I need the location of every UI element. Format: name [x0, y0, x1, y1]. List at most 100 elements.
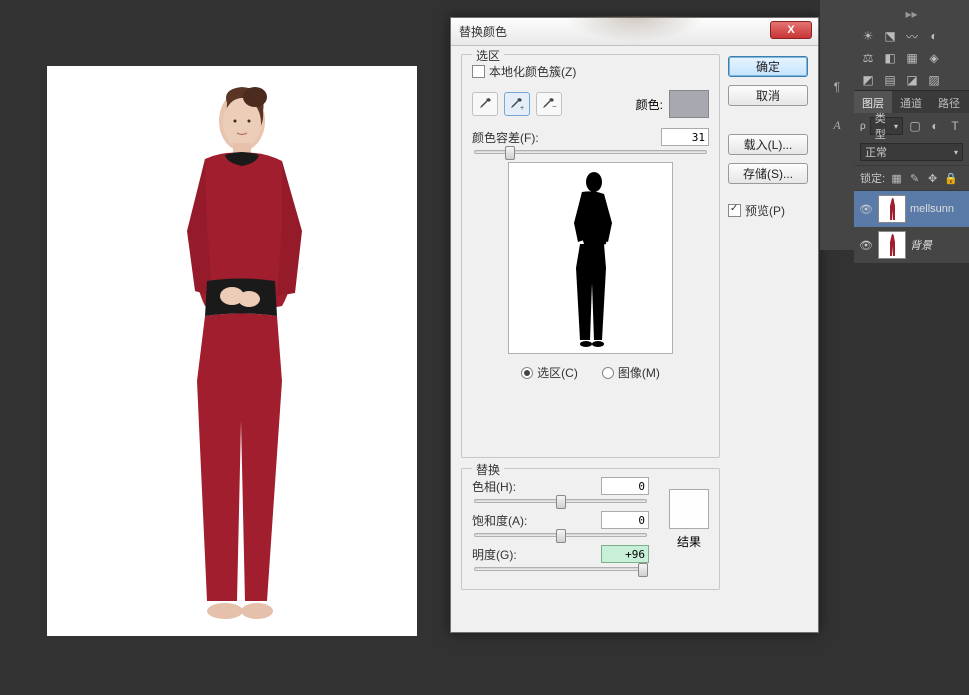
chevron-down-icon: ▾: [954, 148, 958, 157]
layers-panel: 图层 通道 路径 ρ 类型 ▾ ▢ ◐ T 正常 ▾ 锁定: ▦ ✎ ✥ 🔒: [854, 90, 969, 263]
layer-row[interactable]: 👁 背景: [854, 227, 969, 263]
hue-input[interactable]: [601, 477, 649, 495]
balance-icon[interactable]: ⚖: [860, 50, 876, 66]
lock-pixels-icon[interactable]: ✎: [908, 172, 921, 185]
image-radio-label: 图像(M): [618, 364, 660, 381]
filter-type-icon[interactable]: T: [947, 118, 963, 134]
slider-thumb-icon: [556, 529, 566, 543]
layer-thumbnail[interactable]: [878, 195, 906, 223]
blend-mode-dropdown[interactable]: 正常 ▾: [860, 143, 963, 161]
lightness-slider[interactable]: [474, 567, 647, 571]
preview-silhouette: [552, 168, 630, 348]
selection-legend: 选区: [472, 47, 504, 64]
eyedropper-icon: [478, 97, 492, 111]
selection-preview[interactable]: [508, 162, 673, 354]
character-panel-icon[interactable]: A: [825, 118, 849, 138]
tab-channels[interactable]: 通道: [892, 91, 930, 113]
svg-text:−: −: [552, 102, 557, 111]
document-image: [137, 81, 347, 626]
lock-position-icon[interactable]: ✥: [926, 172, 939, 185]
exposure-icon[interactable]: ◐: [926, 28, 942, 44]
layer-name: 背景: [910, 237, 932, 253]
type-label: 类型: [875, 110, 894, 142]
posterize-icon[interactable]: ▤: [882, 72, 898, 88]
double-arrow-icon[interactable]: ▸▸: [860, 6, 963, 22]
curves-icon[interactable]: 〰: [904, 28, 920, 44]
selection-radio[interactable]: 选区(C): [521, 364, 578, 381]
preview-label: 预览(P): [745, 202, 785, 219]
radio-checked-icon: [521, 367, 533, 379]
eyedropper-plus-icon: +: [509, 97, 525, 111]
slider-thumb-icon: [638, 563, 648, 577]
filter-type-dropdown[interactable]: 类型 ▾: [870, 117, 903, 135]
channel-mixer-icon[interactable]: ◈: [926, 50, 942, 66]
eyedropper-button[interactable]: [472, 92, 498, 116]
color-label: 颜色:: [636, 96, 663, 113]
replace-group: 替换 色相(H): 饱和度(A):: [461, 468, 720, 590]
slider-thumb-icon: [556, 495, 566, 509]
blend-mode-label: 正常: [865, 144, 887, 160]
collapsed-panels-strip: ¶ A: [820, 0, 854, 250]
saturation-input[interactable]: [601, 511, 649, 529]
result-label: 结果: [669, 533, 709, 550]
hue-label: 色相(H):: [472, 478, 516, 495]
saturation-slider[interactable]: [474, 533, 647, 537]
bw-icon[interactable]: ◧: [882, 50, 898, 66]
checkbox-checked-icon: [728, 204, 741, 217]
visibility-icon[interactable]: 👁: [858, 203, 874, 216]
layer-name: mellsunn: [910, 203, 954, 215]
selection-group: 选区 本地化颜色簇(Z) + − 颜色:: [461, 54, 720, 458]
invert-icon[interactable]: ◩: [860, 72, 876, 88]
close-icon: X: [787, 24, 794, 36]
lock-label: 锁定:: [860, 170, 885, 186]
dialog-titlebar[interactable]: 替换颜色 X: [451, 18, 818, 46]
saturation-label: 饱和度(A):: [472, 512, 527, 529]
fuzziness-slider[interactable]: [474, 150, 707, 154]
adjustments-icons: ▸▸ ☀ ⬔ 〰 ◐ ⚖ ◧ ▦ ◈ ◩ ▤ ◪ ▨: [854, 0, 969, 90]
paragraph-panel-icon[interactable]: ¶: [825, 80, 849, 100]
cancel-button[interactable]: 取消: [728, 85, 808, 106]
filter-image-icon[interactable]: ▢: [907, 118, 923, 134]
layer-row[interactable]: 👁 mellsunn: [854, 191, 969, 227]
right-panels: ▸▸ ☀ ⬔ 〰 ◐ ⚖ ◧ ▦ ◈ ◩ ▤ ◪ ▨ 图层 通道 路径 ρ 类型…: [854, 0, 969, 263]
lock-all-icon[interactable]: 🔒: [944, 172, 957, 185]
lightness-input[interactable]: [601, 545, 649, 563]
eyedropper-minus-icon: −: [541, 97, 557, 111]
replace-color-dialog: 替换颜色 X 选区 本地化颜色簇(Z) +: [450, 17, 819, 633]
slider-thumb-icon: [505, 146, 515, 160]
result-swatch[interactable]: [669, 489, 709, 529]
eyedropper-subtract-button[interactable]: −: [536, 92, 562, 116]
svg-text:+: +: [520, 105, 524, 111]
fuzziness-label: 颜色容差(F):: [472, 129, 539, 146]
selection-radio-label: 选区(C): [537, 364, 578, 381]
close-button[interactable]: X: [770, 21, 812, 39]
canvas[interactable]: [47, 66, 417, 636]
filter-adjust-icon[interactable]: ◐: [927, 118, 943, 134]
lightness-label: 明度(G):: [472, 546, 517, 563]
brightness-icon[interactable]: ☀: [860, 28, 876, 44]
ok-button[interactable]: 确定: [728, 56, 808, 77]
checkbox-icon: [472, 65, 485, 78]
localized-clusters-checkbox[interactable]: 本地化颜色簇(Z): [472, 63, 709, 80]
gradient-icon[interactable]: ▨: [926, 72, 942, 88]
dialog-title: 替换颜色: [459, 23, 507, 40]
layer-thumbnail[interactable]: [878, 231, 906, 259]
lock-transparency-icon[interactable]: ▦: [890, 172, 903, 185]
sample-color-swatch[interactable]: [669, 90, 709, 118]
hue-slider[interactable]: [474, 499, 647, 503]
eyedropper-add-button[interactable]: +: [504, 92, 530, 116]
fuzziness-input[interactable]: [661, 128, 709, 146]
photo-filter-icon[interactable]: ▦: [904, 50, 920, 66]
image-radio[interactable]: 图像(M): [602, 364, 660, 381]
load-button[interactable]: 载入(L)...: [728, 134, 808, 155]
localized-label: 本地化颜色簇(Z): [489, 63, 576, 80]
preview-checkbox[interactable]: 预览(P): [728, 202, 808, 219]
replace-legend: 替换: [472, 461, 504, 478]
tab-paths[interactable]: 路径: [930, 91, 968, 113]
save-button[interactable]: 存储(S)...: [728, 163, 808, 184]
levels-icon[interactable]: ⬔: [882, 28, 898, 44]
radio-icon: [602, 367, 614, 379]
chevron-down-icon: ▾: [894, 122, 898, 131]
visibility-icon[interactable]: 👁: [858, 239, 874, 252]
threshold-icon[interactable]: ◪: [904, 72, 920, 88]
